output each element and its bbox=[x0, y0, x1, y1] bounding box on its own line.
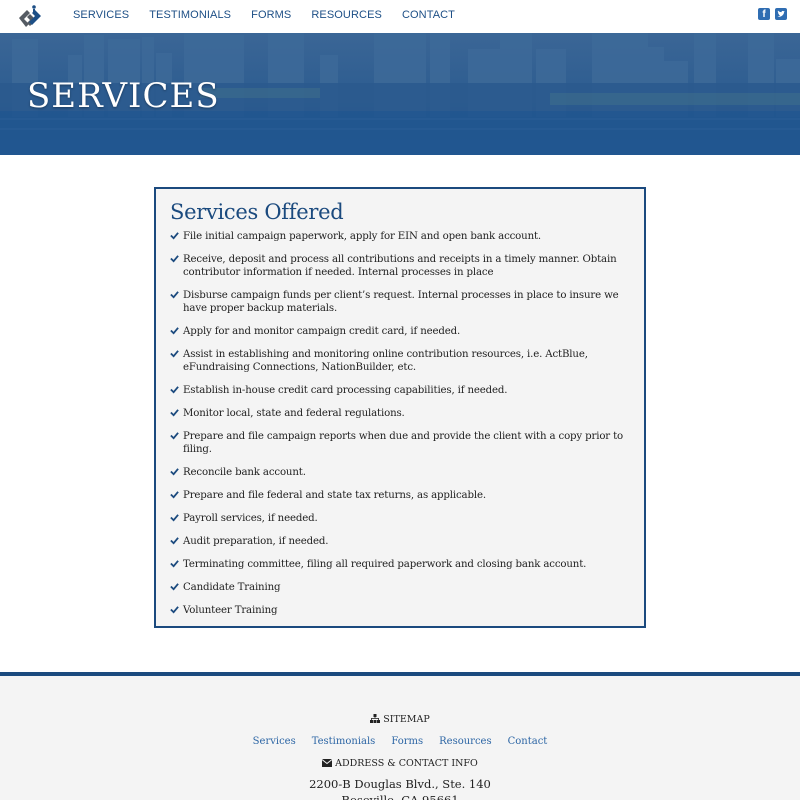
service-text: Audit preparation, if needed. bbox=[183, 536, 329, 547]
service-text: Establish in-house credit card processin… bbox=[183, 385, 508, 396]
service-item: Assist in establishing and monitoring on… bbox=[170, 348, 636, 374]
service-text: Assist in establishing and monitoring on… bbox=[183, 349, 588, 373]
service-text: Disburse campaign funds per client’s req… bbox=[183, 290, 619, 314]
service-text: Prepare and file campaign reports when d… bbox=[183, 431, 624, 455]
check-icon bbox=[170, 255, 179, 263]
service-item: Payroll services, if needed. bbox=[170, 512, 636, 525]
address-line-2: Roseville, CA 95661 bbox=[341, 793, 459, 800]
address-line-1: 2200-B Douglas Blvd., Ste. 140 bbox=[309, 777, 491, 791]
check-icon bbox=[170, 514, 179, 522]
services-offered-title: Services Offered bbox=[170, 200, 344, 224]
service-item: Establish in-house credit card processin… bbox=[170, 384, 636, 397]
service-text: Apply for and monitor campaign credit ca… bbox=[183, 326, 461, 337]
nav-forms[interactable]: FORMS bbox=[251, 9, 291, 21]
check-icon bbox=[170, 491, 179, 499]
nav-contact[interactable]: CONTACT bbox=[402, 9, 455, 21]
service-text: Monitor local, state and federal regulat… bbox=[183, 408, 405, 419]
services-list: File initial campaign paperwork, apply f… bbox=[170, 230, 636, 627]
service-item: Reconcile bank account. bbox=[170, 466, 636, 479]
check-icon bbox=[170, 232, 179, 240]
sitemap-heading-text: SITEMAP bbox=[383, 714, 430, 725]
check-icon bbox=[170, 606, 179, 614]
check-icon bbox=[170, 386, 179, 394]
sitemap-link-forms[interactable]: Forms bbox=[391, 736, 423, 747]
check-icon bbox=[170, 537, 179, 545]
top-navigation: SERVICES TESTIMONIALS FORMS RESOURCES CO… bbox=[0, 0, 800, 33]
check-icon bbox=[170, 432, 179, 440]
hero-banner: SERVICES bbox=[0, 33, 800, 155]
sitemap-icon bbox=[370, 714, 381, 723]
twitter-icon[interactable] bbox=[775, 8, 787, 20]
service-text: Terminating committee, filing all requir… bbox=[183, 559, 587, 570]
sitemap-link-contact[interactable]: Contact bbox=[508, 736, 548, 747]
service-item: Candidate Training bbox=[170, 581, 636, 594]
nav-services[interactable]: SERVICES bbox=[73, 9, 129, 21]
hero-title: SERVICES bbox=[27, 76, 220, 116]
sitemap-heading: SITEMAP bbox=[0, 714, 800, 725]
service-text: Candidate Training bbox=[183, 582, 281, 593]
check-icon bbox=[170, 350, 179, 358]
contact-heading-text: ADDRESS & CONTACT INFO bbox=[335, 758, 478, 769]
sitemap-link-resources[interactable]: Resources bbox=[439, 736, 491, 747]
facebook-icon[interactable]: f bbox=[758, 8, 770, 20]
service-item: Receive, deposit and process all contrib… bbox=[170, 253, 636, 279]
service-item: Monitor local, state and federal regulat… bbox=[170, 407, 636, 420]
service-item: Audit preparation, if needed. bbox=[170, 535, 636, 548]
service-item: Prepare and file federal and state tax r… bbox=[170, 489, 636, 502]
check-icon bbox=[170, 409, 179, 417]
logo-icon bbox=[19, 5, 41, 27]
envelope-icon bbox=[322, 759, 333, 767]
twitter-bird-icon bbox=[777, 10, 785, 17]
social-links: f bbox=[758, 8, 787, 20]
nav-resources[interactable]: RESOURCES bbox=[311, 9, 382, 21]
service-item: Disburse campaign funds per client’s req… bbox=[170, 289, 636, 315]
check-icon bbox=[170, 560, 179, 568]
service-text: Reconcile bank account. bbox=[183, 467, 306, 478]
service-text: Volunteer Training bbox=[183, 605, 278, 616]
service-text: File initial campaign paperwork, apply f… bbox=[183, 231, 542, 242]
check-icon bbox=[170, 468, 179, 476]
services-offered-panel: Services Offered File initial campaign p… bbox=[154, 187, 646, 628]
service-item: Volunteer Training bbox=[170, 604, 636, 617]
main-nav: SERVICES TESTIMONIALS FORMS RESOURCES CO… bbox=[73, 9, 475, 21]
service-text: Payroll services, if needed. bbox=[183, 513, 318, 524]
sitemap-link-services[interactable]: Services bbox=[253, 736, 296, 747]
sitemap-links: Services Testimonials Forms Resources Co… bbox=[0, 736, 800, 747]
check-icon bbox=[170, 291, 179, 299]
service-item: File initial campaign paperwork, apply f… bbox=[170, 230, 636, 243]
contact-heading: ADDRESS & CONTACT INFO bbox=[0, 758, 800, 769]
service-item: Apply for and monitor campaign credit ca… bbox=[170, 325, 636, 338]
sitemap-link-testimonials[interactable]: Testimonials bbox=[312, 736, 376, 747]
check-icon bbox=[170, 583, 179, 591]
service-item: Prepare and file campaign reports when d… bbox=[170, 430, 636, 456]
nav-testimonials[interactable]: TESTIMONIALS bbox=[149, 9, 231, 21]
check-icon bbox=[170, 327, 179, 335]
service-text: Prepare and file federal and state tax r… bbox=[183, 490, 486, 501]
site-footer: SITEMAP Services Testimonials Forms Reso… bbox=[0, 676, 800, 800]
service-text: Receive, deposit and process all contrib… bbox=[183, 254, 617, 278]
service-item: Terminating committee, filing all requir… bbox=[170, 558, 636, 571]
company-logo[interactable] bbox=[16, 3, 44, 31]
